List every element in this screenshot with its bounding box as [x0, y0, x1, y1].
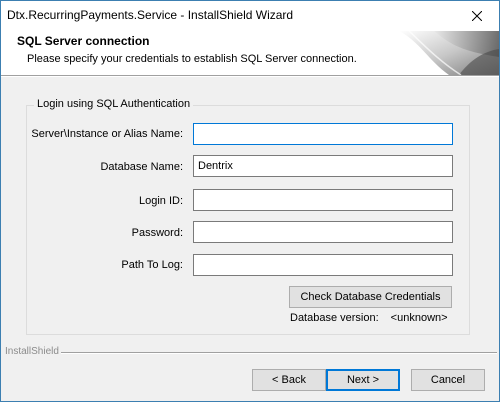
log-path-label: Path To Log: — [121, 259, 183, 271]
title-bar: Dtx.RecurringPayments.Service - InstallS… — [1, 1, 499, 31]
window-title: Dtx.RecurringPayments.Service - InstallS… — [7, 8, 294, 22]
login-id-label: Login ID: — [138, 195, 183, 207]
installshield-banner-art — [389, 31, 499, 75]
group-legend: Login using SQL Authentication — [34, 98, 194, 110]
password-input[interactable] — [193, 221, 453, 243]
installshield-brand: InstallShield — [5, 346, 59, 357]
database-input[interactable] — [193, 155, 453, 177]
header-title: SQL Server connection — [17, 34, 150, 48]
database-label: Database Name: — [100, 161, 183, 173]
back-button[interactable]: < Back — [252, 369, 326, 391]
db-version-value: <unknown> — [390, 312, 448, 324]
password-label: Password: — [131, 227, 183, 239]
check-credentials-button[interactable]: Check Database Credentials — [289, 286, 452, 308]
login-id-input[interactable] — [193, 189, 453, 211]
next-button[interactable]: Next > — [326, 369, 400, 391]
footer-divider — [61, 352, 497, 354]
log-path-input[interactable] — [193, 254, 453, 276]
close-button[interactable] — [455, 1, 499, 30]
cancel-button[interactable]: Cancel — [411, 369, 485, 391]
db-version-label: Database version: — [290, 312, 379, 324]
server-label: Server\Instance or Alias Name: — [31, 128, 183, 140]
db-version: Database version: <unknown> — [290, 312, 448, 324]
header-divider — [1, 75, 499, 77]
wizard-header: SQL Server connection Please specify you… — [1, 31, 499, 75]
installer-window: Dtx.RecurringPayments.Service - InstallS… — [0, 0, 500, 402]
header-subtitle: Please specify your credentials to estab… — [27, 53, 357, 65]
server-input[interactable] — [193, 123, 453, 145]
close-icon — [472, 10, 482, 21]
